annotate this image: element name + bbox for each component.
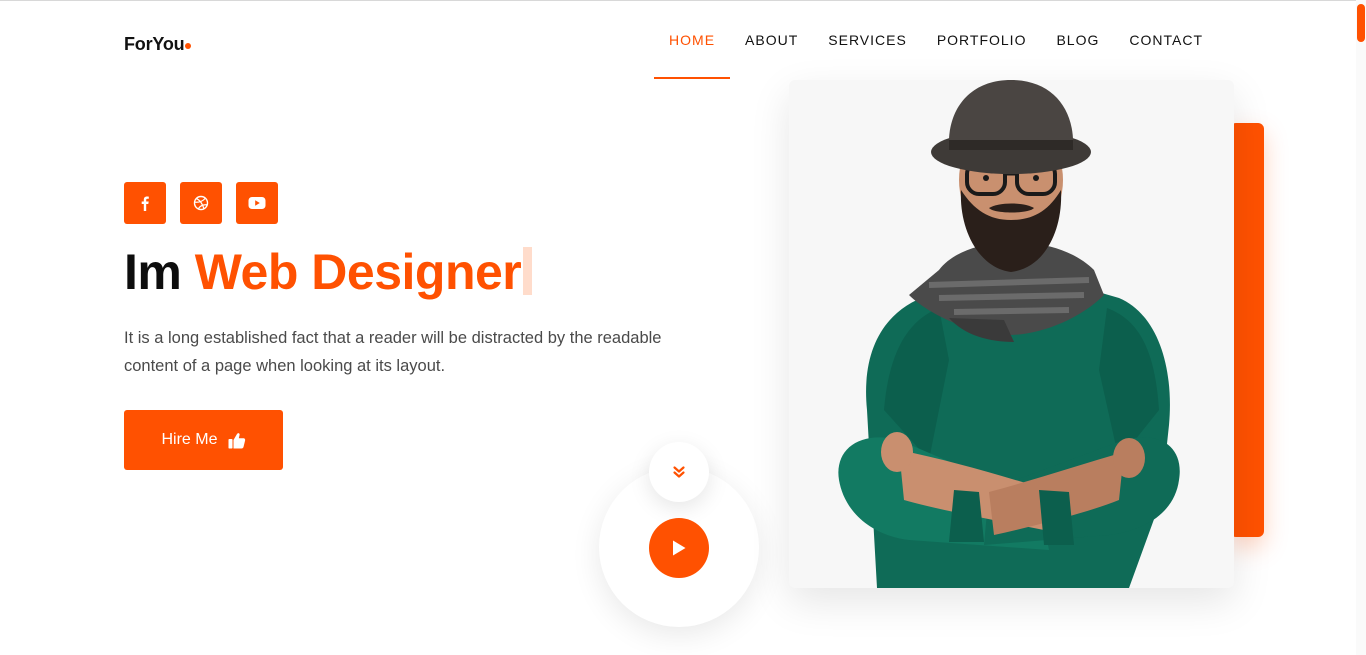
decorative-orange-bar	[1230, 123, 1264, 537]
hire-me-button[interactable]: Hire Me	[124, 410, 283, 470]
dribbble-button[interactable]	[180, 182, 222, 224]
play-button[interactable]	[649, 518, 709, 578]
main-nav: HOME ABOUT SERVICES PORTFOLIO BLOG CONTA…	[654, 0, 1218, 79]
hero-description: It is a long established fact that a rea…	[124, 329, 662, 375]
thumbs-up-icon	[228, 432, 245, 448]
youtube-icon	[248, 197, 266, 209]
social-links	[124, 182, 278, 224]
dribbble-icon	[193, 195, 209, 211]
nav-item-services[interactable]: SERVICES	[813, 0, 922, 79]
facebook-icon	[141, 196, 149, 211]
facebook-button[interactable]	[124, 182, 166, 224]
logo-text: ForYou	[124, 34, 185, 54]
man-with-hat-and-glasses-photo	[838, 80, 1180, 588]
typing-caret	[523, 247, 533, 295]
headline-accent: Web Designer	[194, 244, 522, 300]
hero-headline: Im Web Designer	[124, 240, 533, 304]
scrollbar-thumb[interactable]	[1357, 4, 1365, 42]
logo[interactable]: ForYou	[124, 34, 192, 55]
scroll-down-button[interactable]	[649, 442, 709, 502]
double-chevron-down-icon	[673, 466, 685, 478]
logo-dot	[185, 43, 192, 49]
headline-prefix: Im	[124, 244, 182, 300]
play-icon	[673, 540, 686, 556]
nav-item-home[interactable]: HOME	[654, 0, 731, 79]
nav-item-about[interactable]: ABOUT	[730, 0, 813, 79]
nav-item-blog[interactable]: BLOG	[1041, 0, 1114, 79]
hire-me-label: Hire Me	[161, 431, 218, 448]
hero-photo	[789, 80, 1234, 588]
youtube-button[interactable]	[236, 182, 278, 224]
nav-item-contact[interactable]: CONTACT	[1114, 0, 1218, 79]
nav-item-portfolio[interactable]: PORTFOLIO	[922, 0, 1042, 79]
page-scrollbar[interactable]	[1356, 0, 1366, 655]
